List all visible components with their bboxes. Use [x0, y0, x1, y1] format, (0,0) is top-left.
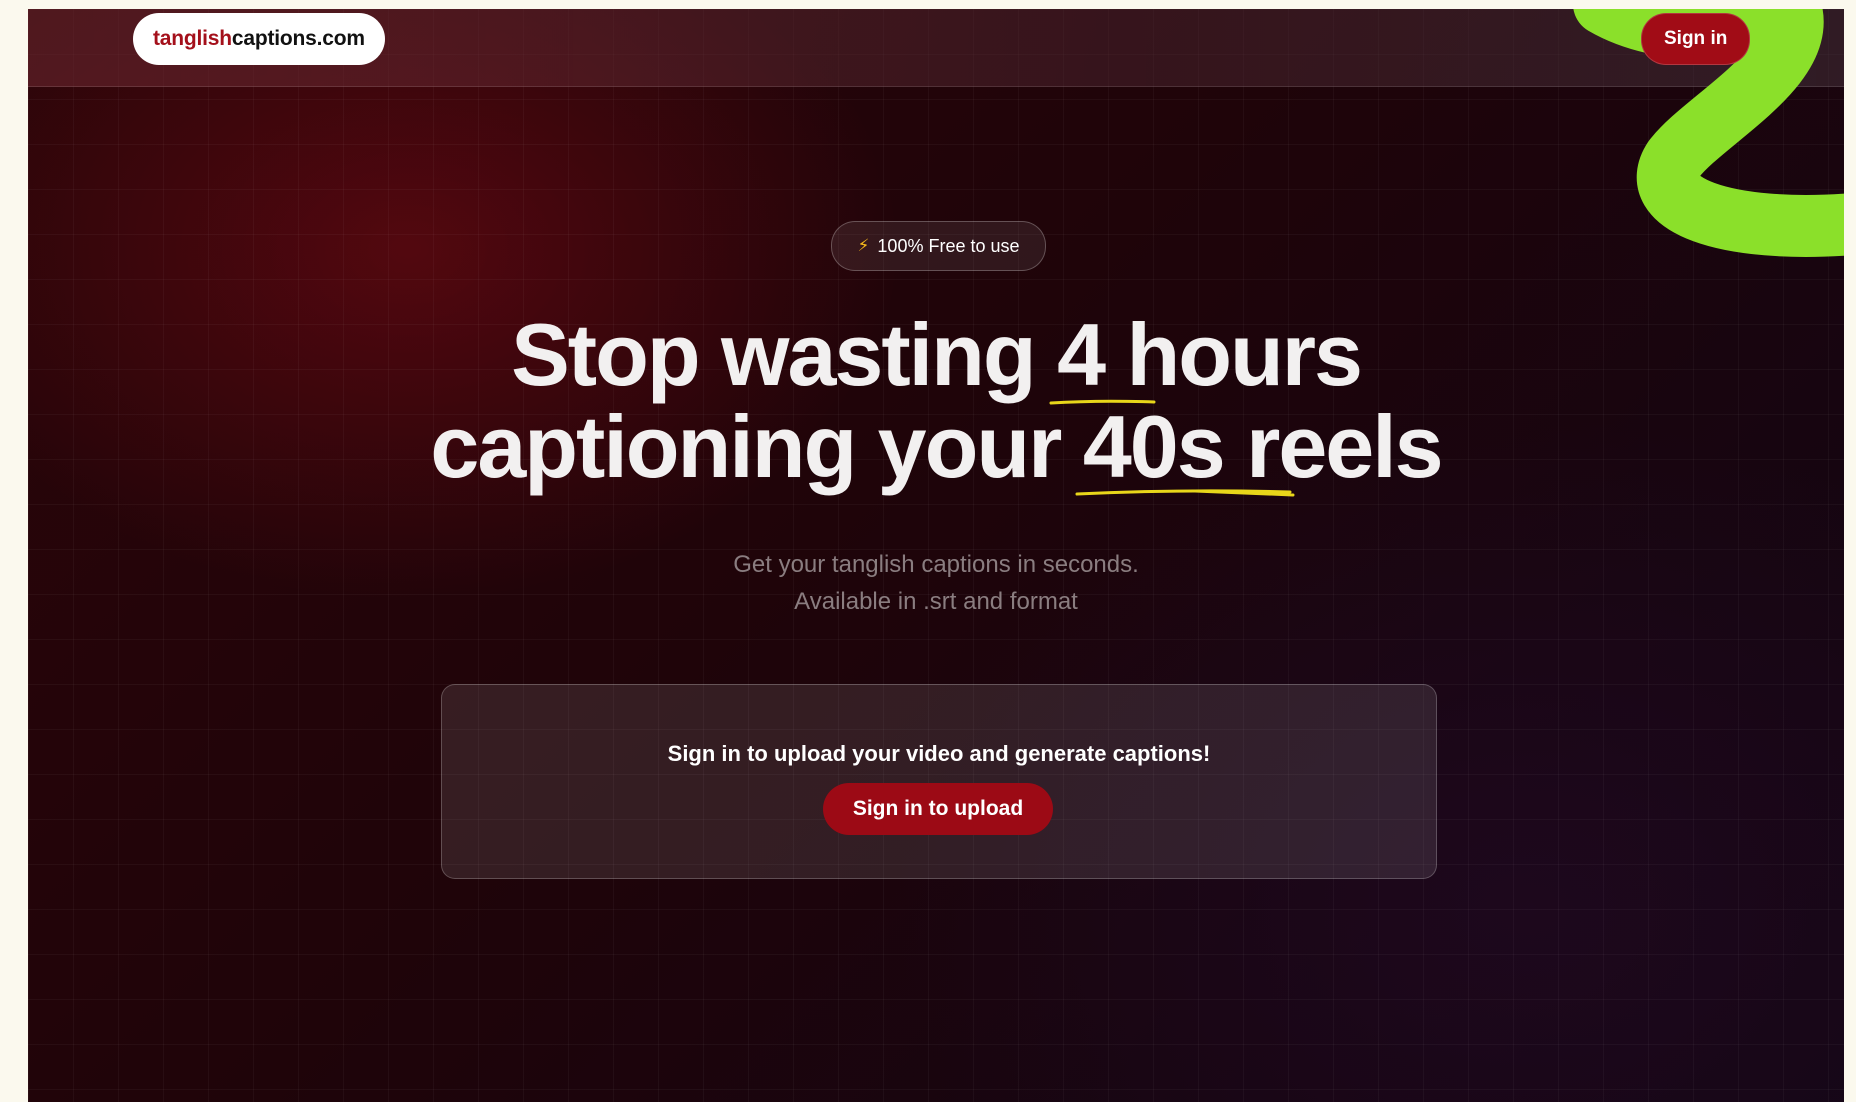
headline-text: captioning your [430, 397, 1083, 496]
upload-card: Sign in to upload your video and generat… [441, 684, 1437, 879]
yellow-underline-icon [1075, 489, 1295, 497]
subhead-line-1: Get your tanglish captions in seconds. [733, 551, 1139, 578]
subhead-line-2: Available in .srt and format [794, 588, 1078, 615]
highlight-4-hours: 4 hours [1049, 309, 1363, 405]
signin-button[interactable]: Sign in [1641, 13, 1751, 65]
headline-line-2: captioning your 40s reels [28, 401, 1844, 497]
hero-subheading: Get your tanglish captions in seconds. A… [28, 546, 1844, 620]
headline-highlight-text: 40s [1082, 397, 1226, 496]
headline-line-1: Stop wasting 4 hours [28, 309, 1844, 405]
free-to-use-badge: ⚡ 100% Free to use [831, 221, 1046, 271]
headline-highlight-text: 4 hours [1057, 305, 1363, 404]
signin-to-upload-button[interactable]: Sign in to upload [823, 783, 1053, 835]
logo-text-captions: captions.com [231, 27, 365, 50]
site-logo[interactable]: tanglish captions.com [133, 13, 385, 65]
logo-text-tanglish: tanglish [153, 27, 232, 50]
badge-text: 100% Free to use [877, 235, 1020, 256]
app-frame: tanglish captions.com Sign in ⚡ 100% Free… [28, 9, 1844, 1102]
headline-text: reels [1223, 397, 1444, 496]
lightning-bolt-icon: ⚡ [857, 236, 870, 255]
headline-text: Stop wasting [511, 305, 1058, 404]
highlight-40s: 40s [1075, 401, 1295, 497]
hero-headline: Stop wasting 4 hours captioning your 40s… [28, 309, 1844, 497]
upload-card-message: Sign in to upload your video and generat… [667, 741, 1211, 766]
